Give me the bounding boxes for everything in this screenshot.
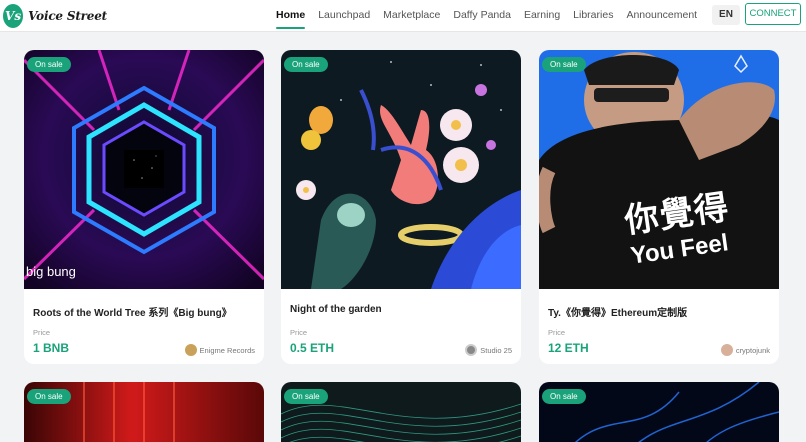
creator-avatar (720, 344, 733, 356)
garden-art-image (281, 50, 521, 289)
nft-title[interactable]: Night of the garden (290, 304, 382, 315)
nav-home[interactable]: Home (276, 0, 306, 32)
status-badge: On sale (284, 389, 328, 404)
nav-announcement[interactable]: Announcement (626, 0, 697, 32)
top-header: Vs Voice Street Home Launchpad Marketpla… (0, 0, 806, 32)
creator-info[interactable]: Studio 25 (465, 344, 512, 356)
nft-title[interactable]: Ty.《你覺得》Ethereum定制版 (548, 304, 687, 319)
language-switch[interactable]: EN (712, 5, 740, 25)
status-badge: On sale (542, 389, 586, 404)
nav-marketplace[interactable]: Marketplace (383, 0, 440, 32)
status-badge: On sale (542, 57, 586, 72)
creator-name: Enigme Records (199, 345, 255, 355)
creator-avatar (184, 344, 197, 356)
brand-logo[interactable]: Vs Voice Street (3, 3, 107, 29)
connect-wallet-button[interactable]: CONNECT (745, 3, 801, 25)
nft-artwork-tunnel[interactable]: big bung (24, 50, 264, 289)
logo-text: Voice Street (28, 9, 107, 23)
tunnel-art-image (24, 50, 264, 289)
creator-name: Studio 25 (480, 345, 512, 355)
nft-card[interactable]: 你覺得 You Feel On sale Ty.《你覺得》Ethereum定制版… (539, 50, 779, 364)
nav-daffy-panda[interactable]: Daffy Panda (453, 0, 511, 32)
nft-card[interactable]: On sale (539, 382, 779, 442)
main-nav: Home Launchpad Marketplace Daffy Panda E… (276, 0, 710, 32)
logo-mark: Vs (3, 4, 24, 28)
price-label: Price (548, 328, 566, 337)
nft-price: 0.5 ETH (290, 341, 335, 355)
nft-price: 1 BNB (33, 341, 70, 355)
nft-card[interactable]: big bung On sale Roots of the World Tree… (24, 50, 264, 364)
creator-name: cryptojunk (735, 345, 770, 355)
price-label: Price (290, 328, 308, 337)
nft-card[interactable]: On sale (24, 382, 264, 442)
creator-info[interactable]: cryptojunk (720, 344, 770, 356)
nft-card[interactable]: On sale (281, 382, 521, 442)
status-badge: On sale (27, 389, 71, 404)
nft-artwork-garden[interactable] (281, 50, 521, 289)
creator-avatar (465, 344, 478, 356)
nav-libraries[interactable]: Libraries (573, 0, 613, 32)
creator-info[interactable]: Enigme Records (184, 344, 255, 356)
nav-launchpad[interactable]: Launchpad (318, 0, 370, 32)
price-label: Price (33, 328, 51, 337)
nft-card[interactable]: On sale Night of the garden Price 0.5 ET… (281, 50, 521, 364)
art-caption: big bung (26, 264, 76, 279)
nft-price: 12 ETH (548, 341, 589, 355)
status-badge: On sale (27, 57, 71, 72)
nft-title[interactable]: Roots of the World Tree 系列《Big bung》 (33, 304, 232, 319)
nav-earning[interactable]: Earning (524, 0, 560, 32)
status-badge: On sale (284, 57, 328, 72)
nft-artwork-you-feel[interactable]: 你覺得 You Feel (539, 50, 779, 289)
